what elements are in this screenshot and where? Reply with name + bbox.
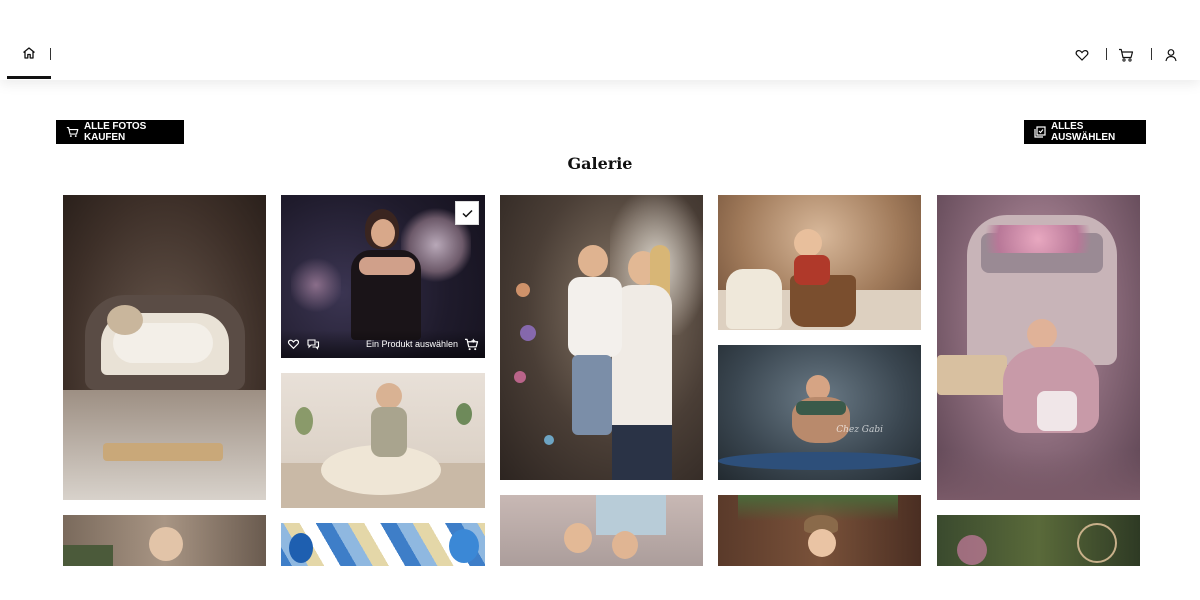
photo-action-bar: Ein Produkt auswählen <box>281 330 485 358</box>
photo-bokeh <box>516 283 530 297</box>
buy-all-photos-button[interactable]: ALLE FOTOS KAUFEN <box>56 120 184 144</box>
photo-floor <box>937 450 1140 500</box>
photo-window <box>596 495 666 535</box>
photo-top <box>796 401 846 415</box>
select-product-label[interactable]: Ein Produkt auswählen <box>366 339 458 349</box>
select-all-button[interactable]: ALLES AUSWÄHLEN <box>1024 120 1146 144</box>
photo-baby-face <box>149 527 183 561</box>
photo-tile-selected[interactable]: Ein Produkt auswählen <box>281 195 485 358</box>
photo-baby-face <box>794 229 822 257</box>
select-all-label: ALLES AUSWÄHLEN <box>1051 121 1116 143</box>
user-icon <box>1165 49 1177 62</box>
top-navigation <box>0 0 1200 80</box>
photo-bokeh <box>544 435 554 445</box>
photo-bokeh <box>514 371 526 383</box>
cart-icon <box>1119 48 1134 62</box>
photo-tile[interactable] <box>500 195 703 480</box>
photo-wooden-letters <box>103 443 223 461</box>
photo-watermark: Chez Gabi <box>836 425 883 435</box>
photo-shoulders <box>359 257 415 275</box>
comment-icon[interactable] <box>306 338 320 350</box>
heart-icon <box>1075 49 1089 61</box>
nav-divider <box>50 48 51 60</box>
photo-plant <box>295 407 313 435</box>
photo-face <box>371 219 395 247</box>
photo-baby-face <box>1027 319 1057 349</box>
photo-flowers <box>973 225 1103 253</box>
photo-baby-dress <box>794 255 830 285</box>
photo-flowers <box>291 255 341 315</box>
buy-all-photos-label: ALLE FOTOS KAUFEN <box>84 121 147 143</box>
photo-bicycle-wheel <box>1077 523 1117 563</box>
photo-baby-face <box>808 529 836 557</box>
cart-button[interactable] <box>1117 46 1135 64</box>
nav-divider <box>1151 48 1152 60</box>
home-tab[interactable] <box>7 40 51 80</box>
photo-tile[interactable] <box>63 195 266 500</box>
photo-flowers <box>957 535 987 565</box>
photo-baby-hat <box>107 305 143 335</box>
photo-tile[interactable] <box>718 495 921 575</box>
photo-tile[interactable] <box>281 373 485 508</box>
photo-baby-face <box>376 383 402 409</box>
photo-lace-blanket <box>726 269 782 329</box>
photo-one-letters <box>937 355 1007 395</box>
photo-tile[interactable] <box>500 495 703 575</box>
photo-mother-jeans <box>612 425 672 480</box>
photo-balloon <box>449 529 479 563</box>
photo-boy-shirt <box>568 277 622 357</box>
select-checkbox[interactable] <box>455 201 479 225</box>
add-to-cart-icon[interactable] <box>464 338 479 351</box>
cart-icon <box>66 126 79 137</box>
photo-child-face <box>612 531 638 559</box>
photo-plant <box>456 403 472 425</box>
photo-boy-face <box>578 245 608 277</box>
home-icon <box>23 47 35 59</box>
viewport-edge <box>0 566 1200 600</box>
favorites-button[interactable] <box>1073 46 1091 64</box>
photo-child-face <box>564 523 592 553</box>
active-tab-indicator <box>7 76 51 79</box>
photo-balloon <box>289 533 313 563</box>
photo-tile[interactable] <box>718 195 921 330</box>
select-all-icon <box>1034 126 1046 138</box>
photo-cake <box>1037 391 1077 431</box>
photo-blue-fabric <box>718 452 921 470</box>
photo-tile[interactable] <box>937 195 1140 500</box>
photo-boy-jeans <box>572 355 612 435</box>
nav-divider <box>1106 48 1107 60</box>
heart-icon[interactable] <box>287 338 300 350</box>
account-button[interactable] <box>1162 46 1180 64</box>
page-title: Galerie <box>567 154 633 173</box>
photo-tile[interactable]: Chez Gabi <box>718 345 921 480</box>
checkmark-icon <box>461 209 473 218</box>
photo-bokeh <box>520 325 536 341</box>
photo-baby-body <box>371 407 407 457</box>
